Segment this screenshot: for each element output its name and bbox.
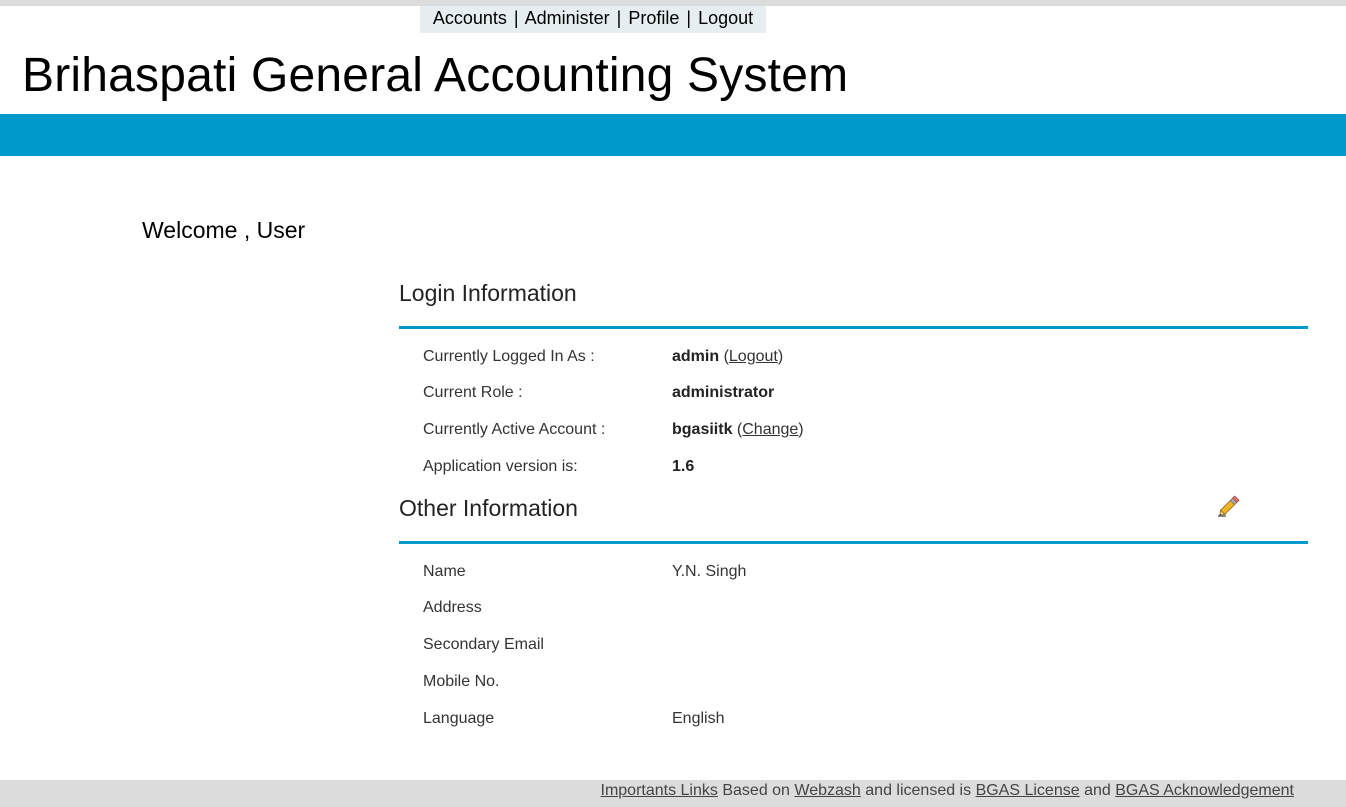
nav-logout[interactable]: Logout <box>698 8 753 28</box>
change-account-link[interactable]: Change <box>742 421 798 438</box>
bgas-license-link[interactable]: BGAS License <box>976 782 1080 799</box>
login-info-divider <box>399 326 1308 329</box>
nav-separator: | <box>686 8 692 28</box>
footer-licensed-text: and licensed is <box>865 782 972 799</box>
role-value: administrator <box>672 383 774 403</box>
other-info-divider <box>399 541 1308 544</box>
mobile-label: Mobile No. <box>423 673 500 690</box>
language-label: Language <box>423 710 495 727</box>
version-text: 1.6 <box>672 458 695 475</box>
important-links-link[interactable]: Importants Links <box>601 782 718 799</box>
nav-separator: | <box>616 8 622 28</box>
welcome-message: Welcome , User <box>142 217 306 243</box>
account-value: bgasiitk (Change) <box>672 421 804 438</box>
name-value: Y.N. Singh <box>672 563 747 580</box>
account-label: Currently Active Account : <box>423 421 606 438</box>
top-nav: Accounts | Administer | Profile | Logout <box>420 6 766 33</box>
other-info-title: Other Information <box>399 495 578 521</box>
header-bar <box>0 114 1346 156</box>
app-title: Brihaspati General Accounting System <box>22 49 849 102</box>
logged-in-value: admin (Logout) <box>672 348 784 365</box>
logout-link[interactable]: Logout <box>729 348 778 365</box>
role-label: Current Role : <box>423 384 523 401</box>
nav-accounts[interactable]: Accounts <box>433 8 507 28</box>
address-label: Address <box>423 599 482 616</box>
language-value: English <box>672 710 725 727</box>
role-text: administrator <box>672 384 775 401</box>
nav-administer[interactable]: Administer <box>525 8 610 28</box>
footer-text: Importants Links Based on Webzash and li… <box>601 780 1295 800</box>
pencil-icon[interactable] <box>1216 494 1242 518</box>
secondary-email-label: Secondary Email <box>423 636 544 653</box>
account-text: bgasiitk <box>672 421 733 438</box>
footer-and-text: and <box>1084 782 1111 799</box>
version-label: Application version is: <box>423 458 578 475</box>
name-label: Name <box>423 563 466 580</box>
login-info-title: Login Information <box>399 280 577 306</box>
footer: Importants Links Based on Webzash and li… <box>0 780 1346 807</box>
logged-in-label: Currently Logged In As : <box>423 348 595 365</box>
nav-profile[interactable]: Profile <box>628 8 679 28</box>
logged-in-user: admin <box>672 348 720 365</box>
version-value: 1.6 <box>672 457 694 477</box>
bgas-acknowledgement-link[interactable]: BGAS Acknowledgement <box>1115 782 1294 799</box>
nav-separator: | <box>513 8 519 28</box>
webzash-link[interactable]: Webzash <box>794 782 860 799</box>
footer-based-on: Based on <box>722 782 790 799</box>
